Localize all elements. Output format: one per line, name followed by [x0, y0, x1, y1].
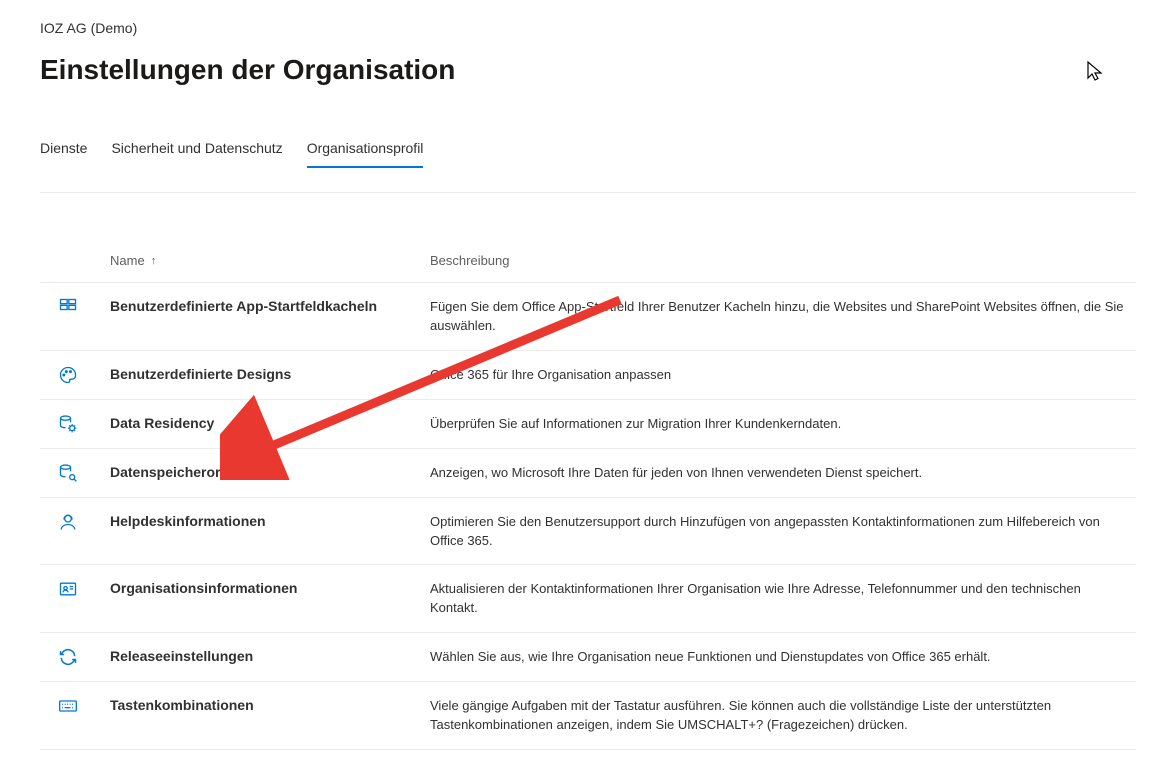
row-description: Viele gängige Aufgaben mit der Tastatur …	[430, 696, 1136, 735]
page-title: Einstellungen der Organisation	[40, 54, 1136, 86]
row-org-info[interactable]: Organisationsinformationen Aktualisieren…	[40, 565, 1136, 633]
row-name: Datenspeicherort	[110, 463, 430, 480]
database-search-icon	[40, 463, 110, 483]
row-datenspeicherort[interactable]: Datenspeicherort Anzeigen, wo Microsoft …	[40, 449, 1136, 498]
tab-sicherheit[interactable]: Sicherheit und Datenschutz	[111, 134, 282, 168]
row-name: Helpdeskinformationen	[110, 512, 430, 529]
database-gear-icon	[40, 414, 110, 434]
palette-icon	[40, 365, 110, 385]
row-description: Optimieren Sie den Benutzersupport durch…	[430, 512, 1136, 551]
row-helpdesk[interactable]: Helpdeskinformationen Optimieren Sie den…	[40, 498, 1136, 566]
refresh-icon	[40, 647, 110, 667]
tiles-icon	[40, 297, 110, 317]
row-name: Data Residency	[110, 414, 430, 431]
row-release[interactable]: Releaseeinstellungen Wählen Sie aus, wie…	[40, 633, 1136, 682]
column-header-name-label: Name	[110, 253, 145, 268]
column-header-name[interactable]: Name ↑	[110, 253, 430, 268]
person-headset-icon	[40, 512, 110, 532]
tab-organisationsprofil[interactable]: Organisationsprofil	[307, 134, 424, 168]
row-description: Wählen Sie aus, wie Ihre Organisation ne…	[430, 647, 1136, 667]
row-app-tiles[interactable]: Benutzerdefinierte App-Startfeldkacheln …	[40, 283, 1136, 351]
tabs: Dienste Sicherheit und Datenschutz Organ…	[40, 134, 1136, 168]
list-header: Name ↑ Beschreibung	[40, 253, 1136, 282]
row-name: Tastenkombinationen	[110, 696, 430, 713]
sort-ascending-icon: ↑	[151, 255, 157, 267]
row-description: Überprüfen Sie auf Informationen zur Mig…	[430, 414, 1136, 434]
row-name: Benutzerdefinierte Designs	[110, 365, 430, 382]
contact-card-icon	[40, 579, 110, 599]
row-name: Organisationsinformationen	[110, 579, 430, 596]
tab-dienste[interactable]: Dienste	[40, 134, 87, 168]
settings-list: Benutzerdefinierte App-Startfeldkacheln …	[40, 282, 1136, 750]
keyboard-icon	[40, 696, 110, 716]
row-description: Aktualisieren der Kontaktinformationen I…	[430, 579, 1136, 618]
breadcrumb[interactable]: IOZ AG (Demo)	[40, 20, 1136, 36]
row-keyboard[interactable]: Tastenkombinationen Viele gängige Aufgab…	[40, 682, 1136, 750]
row-description: Office 365 für Ihre Organisation anpasse…	[430, 365, 1136, 385]
row-data-residency[interactable]: Data Residency Überprüfen Sie auf Inform…	[40, 400, 1136, 449]
row-name: Releaseeinstellungen	[110, 647, 430, 664]
row-designs[interactable]: Benutzerdefinierte Designs Office 365 fü…	[40, 351, 1136, 400]
tabs-divider	[40, 192, 1136, 193]
row-description: Anzeigen, wo Microsoft Ihre Daten für je…	[430, 463, 1136, 483]
row-description: Fügen Sie dem Office App-Startfeld Ihrer…	[430, 297, 1136, 336]
row-name: Benutzerdefinierte App-Startfeldkacheln	[110, 297, 430, 314]
column-header-description[interactable]: Beschreibung	[430, 253, 1136, 268]
